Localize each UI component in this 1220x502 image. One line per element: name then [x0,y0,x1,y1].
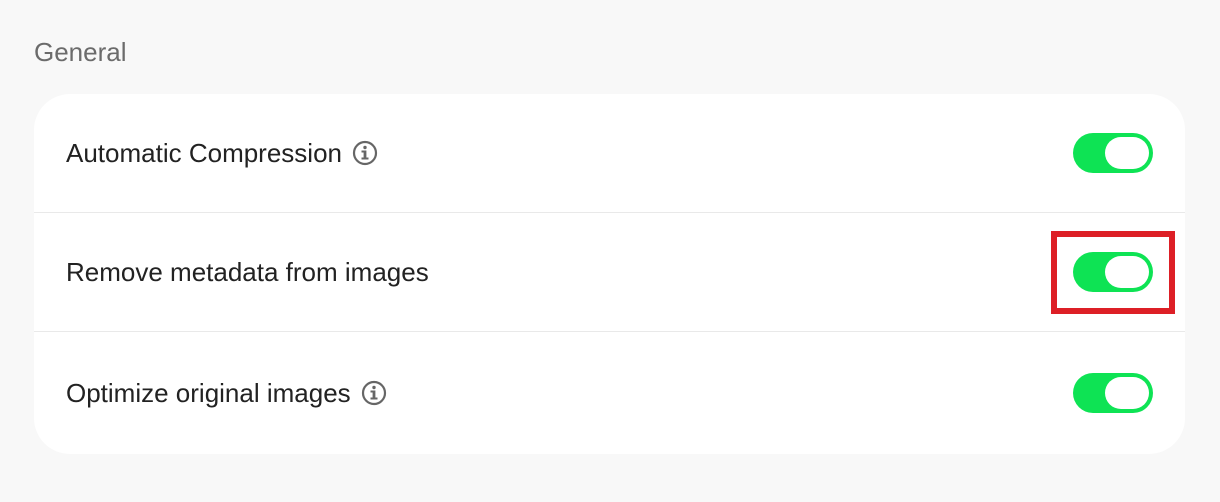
toggle-knob [1105,137,1149,169]
settings-card: Automatic Compression Remove metadata fr… [34,94,1185,454]
toggle-knob [1105,377,1149,409]
setting-label: Automatic Compression [66,138,342,168]
setting-row-optimize-original: Optimize original images [34,332,1185,454]
info-circle-icon[interactable] [361,380,387,406]
setting-row-remove-metadata: Remove metadata from images [34,213,1185,332]
setting-label: Optimize original images [66,378,351,408]
info-circle-icon[interactable] [352,140,378,166]
setting-label: Remove metadata from images [66,257,429,287]
highlight-box [1051,231,1175,314]
setting-label-wrap: Remove metadata from images [66,256,429,288]
setting-label-wrap: Optimize original images [66,377,387,409]
automatic-compression-toggle[interactable] [1073,133,1153,173]
section-title: General [34,37,127,67]
setting-row-automatic-compression: Automatic Compression [34,94,1185,213]
optimize-original-toggle[interactable] [1073,373,1153,413]
setting-label-wrap: Automatic Compression [66,137,378,169]
